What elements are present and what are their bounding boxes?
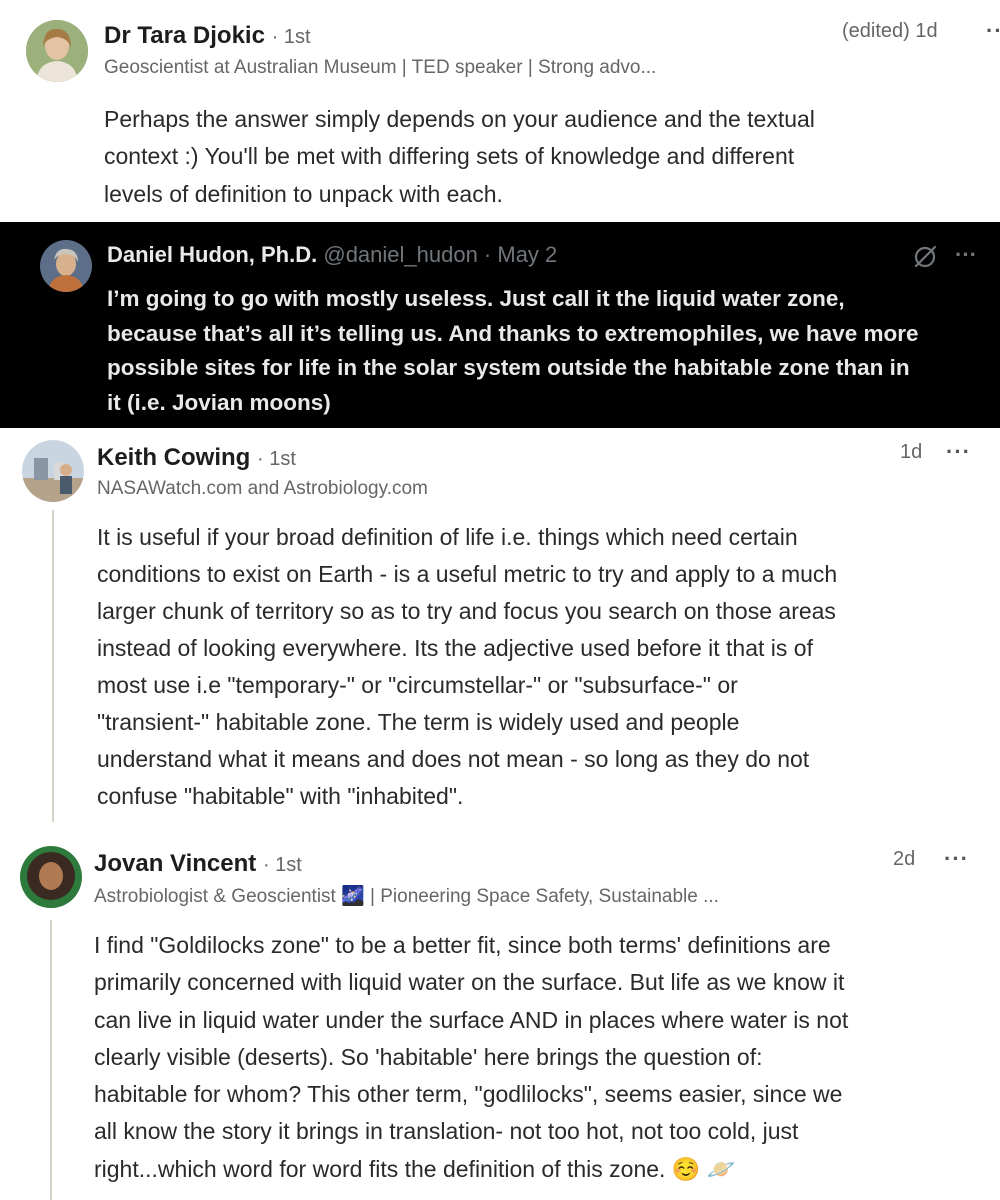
more-options-icon[interactable]: ···	[944, 846, 969, 872]
avatar[interactable]	[26, 20, 88, 82]
more-options-icon[interactable]: ···	[986, 18, 1000, 44]
more-options-icon[interactable]: ···	[946, 439, 971, 465]
tweet-body: I’m going to go with mostly useless. Jus…	[107, 286, 919, 415]
timestamp: (edited) 1d	[842, 20, 938, 42]
author-name[interactable]: Keith Cowing · 1st	[97, 444, 296, 472]
more-options-icon[interactable]: ···	[955, 242, 977, 268]
grok-icon[interactable]	[912, 244, 938, 275]
embedded-tweet: Daniel Hudon, Ph.D. @daniel_hudon · May …	[0, 222, 1000, 428]
avatar[interactable]	[22, 440, 84, 502]
connection-degree: · 1st	[271, 26, 311, 48]
connection-degree: · 1st	[257, 448, 296, 470]
timestamp: 2d	[893, 848, 916, 870]
tweet-author[interactable]: Daniel Hudon, Ph.D. @daniel_hudon · May …	[107, 242, 557, 268]
connection-degree: · 1st	[262, 854, 302, 876]
comment-body: It is useful if your broad definition of…	[97, 524, 838, 809]
comment-body: I find "Goldilocks zone" to be a better …	[94, 932, 849, 1182]
tweet-handle-date: @daniel_hudon · May 2	[323, 242, 558, 267]
avatar[interactable]	[40, 240, 92, 292]
author-headline: Geoscientist at Australian Museum | TED …	[104, 57, 657, 78]
thread-line	[50, 920, 52, 1200]
comment-body: Perhaps the answer simply depends on you…	[104, 106, 815, 207]
timestamp: 1d	[900, 441, 923, 463]
avatar[interactable]	[20, 846, 82, 908]
author-headline: Astrobiologist & Geoscientist 🌌 | Pionee…	[94, 886, 719, 907]
author-name[interactable]: Jovan Vincent · 1st	[94, 850, 302, 878]
thread-line	[52, 510, 54, 822]
author-headline: NASAWatch.com and Astrobiology.com	[97, 478, 428, 499]
author-name[interactable]: Dr Tara Djokic · 1st	[104, 22, 311, 50]
